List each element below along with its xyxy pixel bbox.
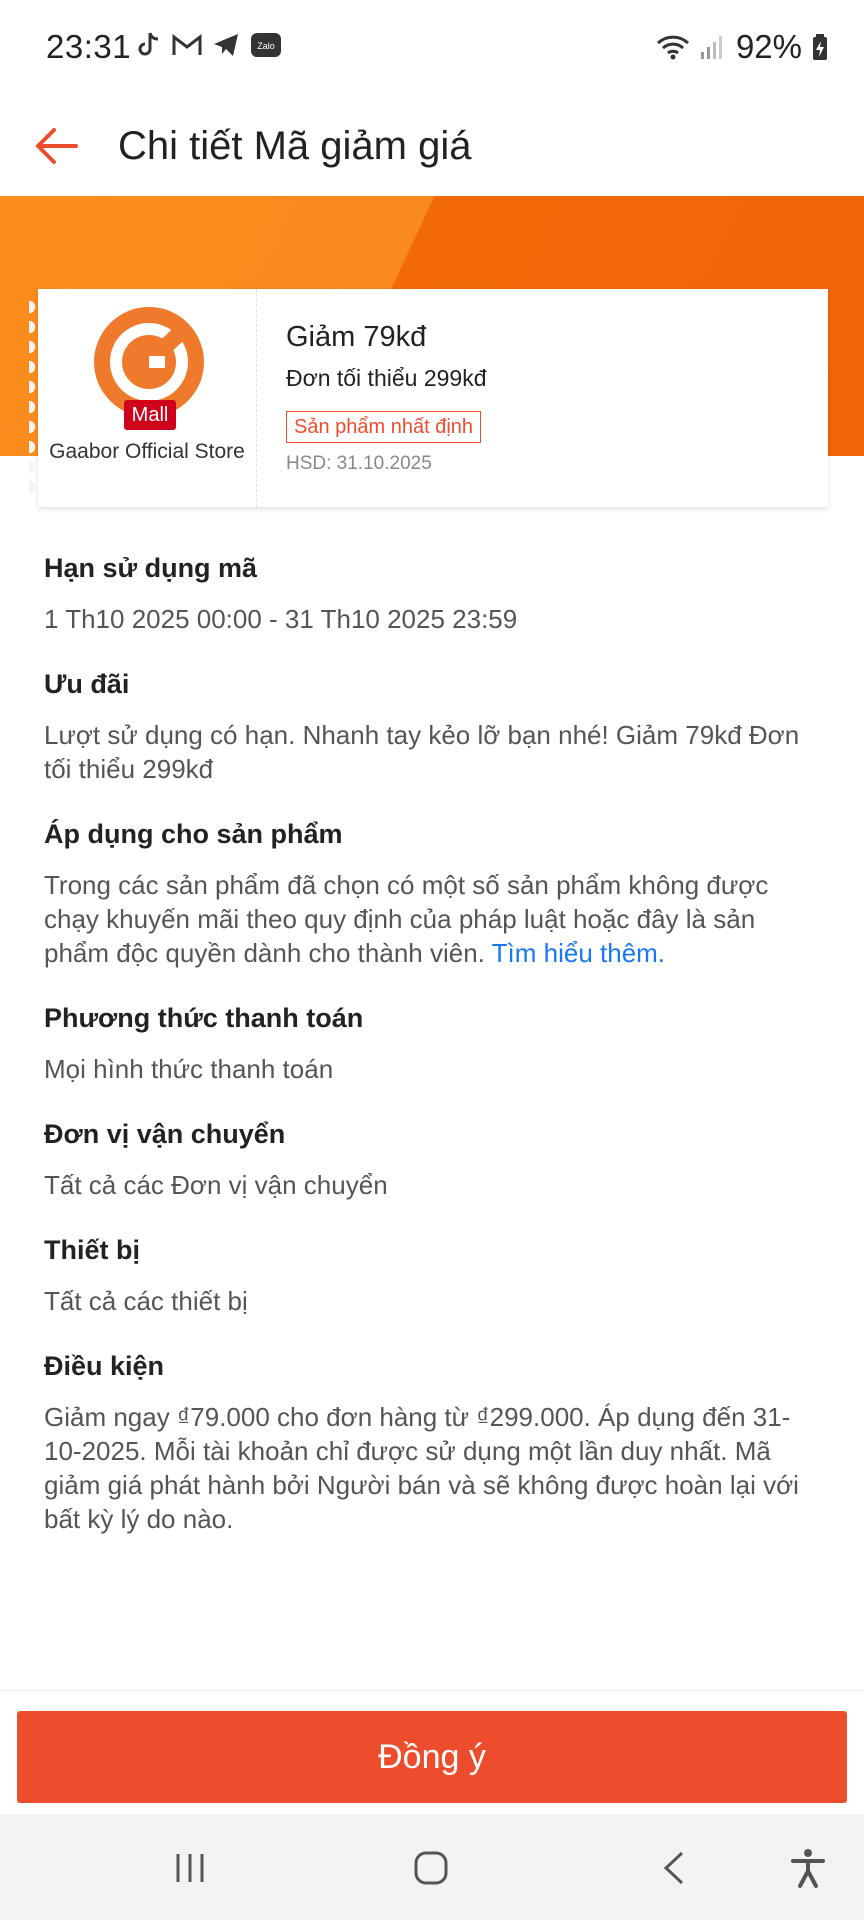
status-bar: 23:31 Zalo 92% xyxy=(0,0,864,96)
mall-badge: Mall xyxy=(124,400,176,430)
section-validity: Hạn sử dụng mã 1 Th10 2025 00:00 - 31 Th… xyxy=(44,550,824,636)
section-title: Ưu đãi xyxy=(44,669,130,699)
section-body: Lượt sử dụng có hạn. Nhanh tay kẻo lỡ bạ… xyxy=(44,720,800,784)
status-right: 92% xyxy=(656,28,828,66)
section-title: Điều kiện xyxy=(44,1351,165,1381)
status-time: 23:31 xyxy=(46,28,132,65)
section-shipping: Đơn vị vận chuyển Tất cả các Đơn vị vận … xyxy=(44,1116,824,1202)
section-conditions: Điều kiện Giảm ngay ₫79.000 cho đơn hàng… xyxy=(44,1348,824,1536)
section-body: Trong các sản phẩm đã chọn có một số sản… xyxy=(44,868,824,970)
section-body: 1 Th10 2025 00:00 - 31 Th10 2025 23:59 xyxy=(44,604,518,634)
voucher-expiry: HSD: 31.10.2025 xyxy=(286,453,432,474)
section-title: Áp dụng cho sản phẩm xyxy=(44,819,343,849)
home-icon xyxy=(414,1851,448,1885)
recent-apps-icon xyxy=(176,1854,204,1882)
voucher-min-order: Đơn tối thiểu 299kđ xyxy=(286,365,487,391)
signal-icon xyxy=(700,36,722,59)
voucher-discount: Giảm 79kđ xyxy=(286,321,427,353)
notification-icons: Zalo xyxy=(136,31,282,59)
telegram-icon xyxy=(214,34,238,56)
accessibility-icon xyxy=(791,1849,825,1888)
tiktok-icon xyxy=(138,32,159,56)
agree-button[interactable]: Đồng ý xyxy=(17,1711,847,1803)
svg-text:Zalo: Zalo xyxy=(257,41,275,51)
system-nav-bar xyxy=(0,1814,864,1920)
chevron-left-icon xyxy=(663,1851,684,1885)
section-body: Giảm ngay ₫79.000 cho đơn hàng từ ₫299.0… xyxy=(44,1402,799,1534)
voucher-info: Giảm 79kđ Đơn tối thiểu 299kđ Sản phẩm n… xyxy=(286,289,828,507)
learn-more-link[interactable]: Tìm hiểu thêm. xyxy=(492,938,665,968)
section-payment-method: Phương thức thanh toán Mọi hình thức tha… xyxy=(44,1000,824,1086)
accessibility-button[interactable] xyxy=(780,1840,836,1896)
battery-level: 92% xyxy=(735,28,802,65)
battery-charging-icon xyxy=(813,34,827,60)
voucher-card: Mall Gaabor Official Store Giảm 79kđ Đơn… xyxy=(29,289,828,507)
back-nav-button[interactable] xyxy=(646,1840,702,1896)
section-title: Phương thức thanh toán xyxy=(44,1003,364,1033)
section-title: Hạn sử dụng mã xyxy=(44,553,258,583)
footer-bar: Đồng ý xyxy=(0,1690,864,1811)
voucher-details: Hạn sử dụng mã 1 Th10 2025 00:00 - 31 Th… xyxy=(44,550,824,1566)
recent-apps-button[interactable] xyxy=(162,1840,218,1896)
page-title: Chi tiết Mã giảm giá xyxy=(118,124,472,168)
voucher-scope-tag: Sản phẩm nhất định xyxy=(286,411,482,443)
top-app-bar: Chi tiết Mã giảm giá xyxy=(0,96,864,196)
section-body: Tất cả các thiết bị xyxy=(44,1286,248,1316)
section-title: Đơn vị vận chuyển xyxy=(44,1119,286,1149)
section-device: Thiết bị Tất cả các thiết bị xyxy=(44,1232,824,1318)
wifi-icon xyxy=(656,35,689,60)
section-body: Tất cả các Đơn vị vận chuyển xyxy=(44,1170,388,1200)
gmail-icon xyxy=(172,33,202,55)
voucher-perforation xyxy=(29,297,47,499)
section-offer: Ưu đãi Lượt sử dụng có hạn. Nhanh tay kẻ… xyxy=(44,666,824,786)
back-button[interactable] xyxy=(26,116,86,176)
arrow-left-icon xyxy=(36,128,78,164)
store-name: Gaabor Official Store xyxy=(49,440,245,463)
home-button[interactable] xyxy=(403,1840,459,1896)
zalo-icon: Zalo xyxy=(251,33,281,57)
section-body: Mọi hình thức thanh toán xyxy=(44,1054,334,1084)
voucher-store-section: Mall Gaabor Official Store xyxy=(29,289,257,507)
section-applicable-products: Áp dụng cho sản phẩm Trong các sản phẩm … xyxy=(44,816,824,970)
section-title: Thiết bị xyxy=(44,1235,140,1265)
